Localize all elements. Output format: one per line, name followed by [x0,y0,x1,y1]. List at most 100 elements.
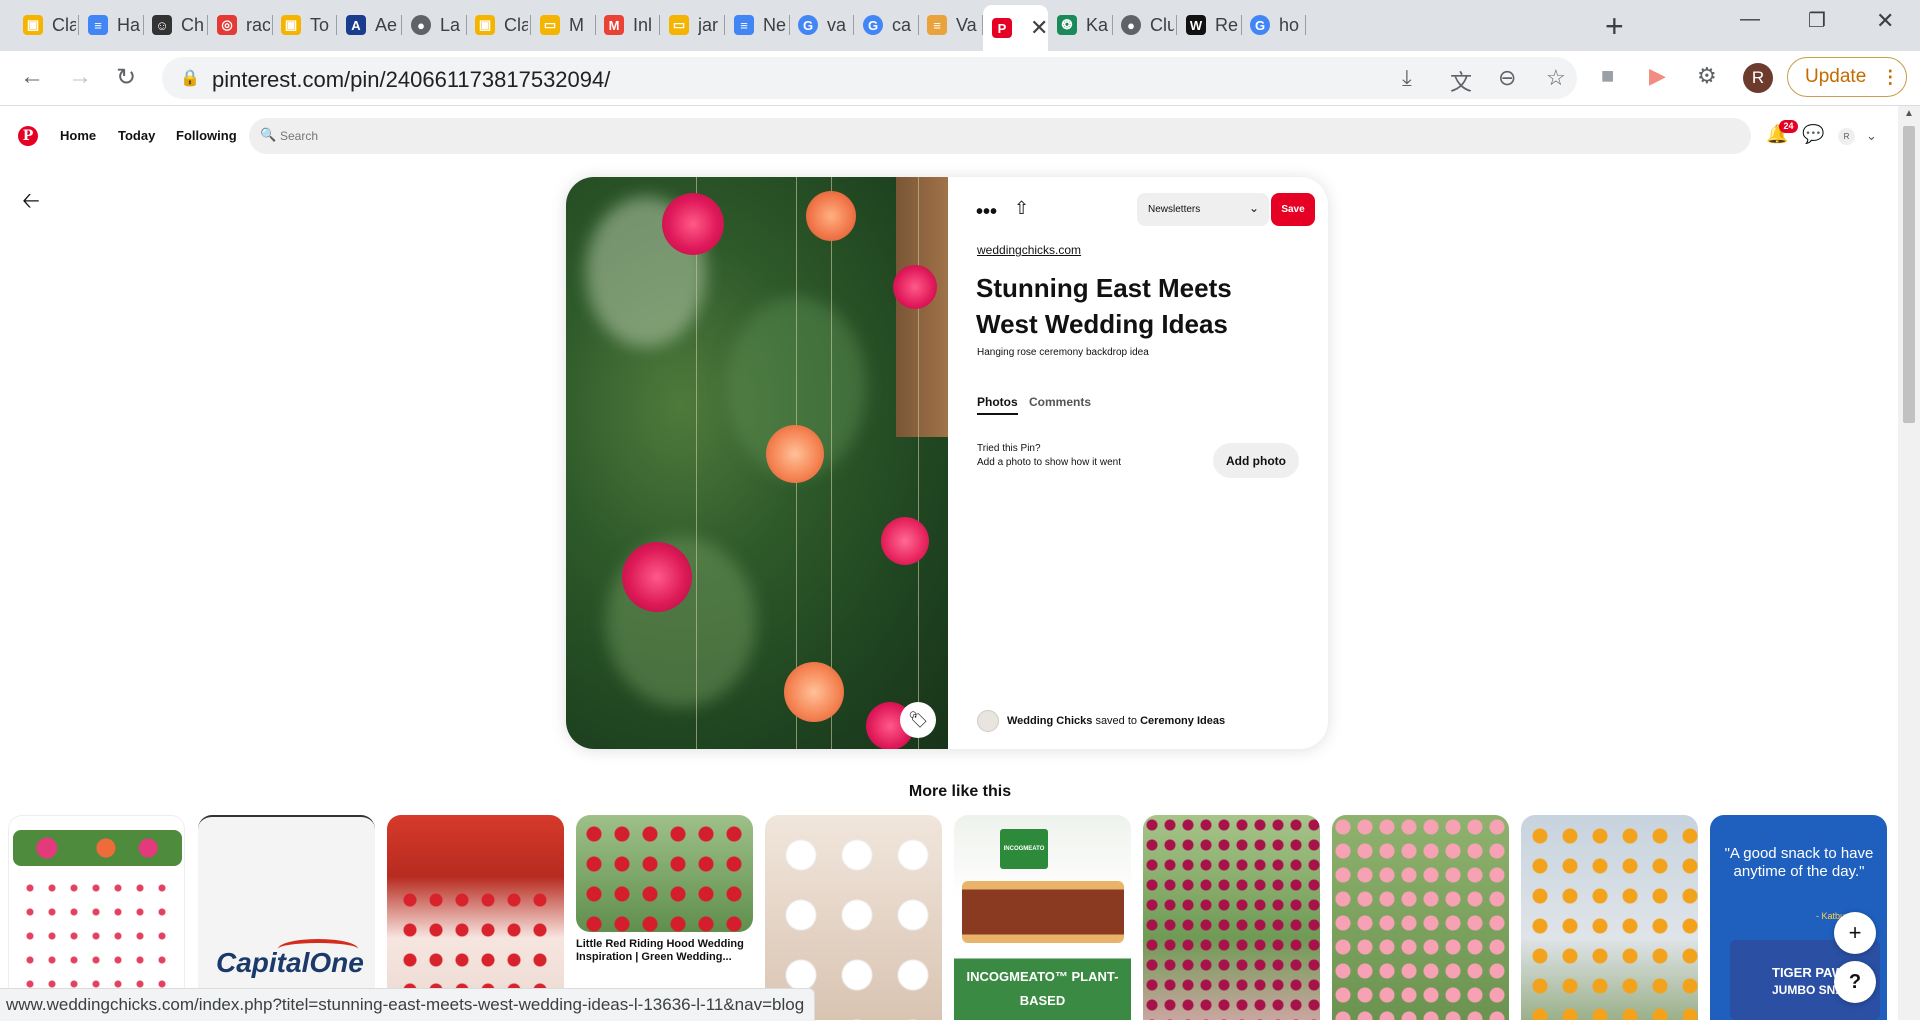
back-arrow-icon[interactable]: 🡠 [22,184,40,222]
address-bar[interactable]: 🔒 pinterest.com/pin/240661173817532094/ … [162,57,1577,99]
browser-tab[interactable]: ≡ Ha [79,7,144,43]
browser-tab[interactable]: ▣ Cla [466,7,531,43]
extension-b-icon[interactable]: ▶ [1649,63,1666,89]
tag-icon[interactable]: 🏷 [900,702,936,738]
tab-title: Ae [375,14,398,35]
minimize-icon[interactable]: — [1740,8,1760,31]
chat-bubbles-icon: ❂ [1057,15,1077,35]
help-button[interactable]: ? [1834,961,1876,1003]
scroll-up-icon[interactable]: ▲ [1904,108,1914,119]
browser-tab[interactable]: Gca [854,7,919,43]
rose-decoration [766,425,824,483]
back-icon[interactable]: ← [20,63,44,91]
search-placeholder: Search [280,129,319,143]
browser-tab[interactable]: ☺ Ch [143,7,208,43]
browser-tab[interactable]: ≡ Va [918,7,983,43]
related-pin-ad[interactable]: INCOGMEATO INCOGMEATO™ PLANT-BASED [954,815,1131,1020]
browser-tab[interactable]: W Re [1177,7,1242,43]
browser-tab-strip: ▣ Cla ≡ Ha ☺ Ch ◎ rac ▣ To A Ae ● La ▣ Cla ▭ M M Inl ▭ jar ≡ Ne… [0,0,1920,51]
tab-title: rac [246,14,270,35]
related-pin-thumbnail[interactable] [1143,815,1320,1020]
browser-tab[interactable]: ● La [402,7,467,43]
saver-name[interactable]: Wedding Chicks [1007,715,1092,727]
related-pin-thumbnail[interactable] [1521,815,1698,1020]
chevron-down-icon: ⌄ [1248,201,1259,215]
zoom-out-icon[interactable]: ⊖ [1498,65,1516,91]
browser-tab[interactable]: ● Clu [1112,7,1177,43]
tab-photos[interactable]: Photos [977,395,1018,415]
url-text[interactable]: pinterest.com/pin/240661173817532094/ [212,67,610,93]
pinterest-icon: P [992,18,1012,38]
tab-comments[interactable]: Comments [1029,395,1091,409]
more-like-this-heading: More like this [908,783,1012,800]
browser-tab[interactable]: Gho [1241,7,1306,43]
google-docs-icon: ≡ [734,15,754,35]
add-photo-button[interactable]: Add photo [1213,443,1299,478]
more-options-icon[interactable]: ••• [976,201,997,224]
add-pin-button[interactable]: + [1834,912,1876,954]
lock-icon: 🔒 [180,70,200,87]
nav-following[interactable]: Following [176,128,237,143]
hanging-flowers [576,815,753,932]
nav-today[interactable]: Today [118,128,155,143]
board-name-link[interactable]: Ceremony Ideas [1140,715,1225,727]
scrollbar-thumb[interactable] [1903,126,1915,423]
browser-tab[interactable]: ❂ Ka [1048,7,1113,43]
saved-by-line: Wedding Chicks saved to Ceremony Ideas [1007,715,1225,727]
browser-tab[interactable]: ▭ M [531,7,596,43]
google-classroom-icon: ▣ [475,15,495,35]
pinterest-logo-icon[interactable]: P [18,126,38,146]
garland-strand [696,177,697,749]
google-classroom-icon: ▣ [23,15,43,35]
pin-title: Stunning East Meets West Wedding Ideas [976,273,1232,339]
tab-title: Ch [181,14,205,35]
saved-to-text: saved to [1095,715,1138,727]
page-scrollbar[interactable]: ▲ [1898,106,1920,1020]
browser-tab[interactable]: ▣ To [272,7,337,43]
saver-avatar[interactable] [977,710,999,732]
browser-tab[interactable]: ≡ Ne [725,7,790,43]
new-tab-button[interactable]: + [1605,8,1624,45]
related-pin-thumbnail[interactable] [576,815,753,932]
ad-logo-swoosh [278,939,358,959]
update-button[interactable]: Update ⋮ [1787,57,1907,97]
nav-home[interactable]: Home [60,128,96,143]
reload-icon[interactable]: ↻ [116,63,136,92]
hanging-marigolds [1521,815,1698,1020]
user-avatar[interactable]: R [1838,128,1855,145]
sandwich-image [962,881,1124,943]
source-link[interactable]: weddingchicks.com [977,243,1081,257]
forward-icon[interactable]: → [68,63,92,91]
tab-active[interactable]: P ✕ [983,5,1048,51]
close-tab-icon[interactable]: ✕ [1030,15,1048,41]
browser-tab[interactable]: ▣ Cla [14,7,79,43]
tab-title: Ne [763,14,787,35]
browser-tab[interactable]: Gva [789,7,854,43]
extensions-puzzle-icon[interactable]: ⚙ [1697,63,1717,89]
menu-dots-icon: ⋮ [1881,66,1900,87]
browser-tab[interactable]: ◎ rac [208,7,273,43]
pin-image[interactable]: 🏷 [566,177,948,749]
chevron-down-icon[interactable]: ⌄ [1866,128,1877,144]
related-pin-thumbnail[interactable] [1332,815,1509,1020]
rose-decoration [622,542,692,612]
browser-tab[interactable]: ▭ jar [660,7,725,43]
search-input[interactable]: 🔍 Search [249,118,1751,154]
extension-a-icon[interactable]: ■ [1601,63,1614,89]
board-select-dropdown[interactable]: Newsletters ⌄ [1137,193,1269,226]
profile-avatar[interactable]: R [1743,63,1773,93]
messages-icon[interactable]: 💬 [1802,124,1824,145]
rose-decoration [893,265,937,309]
tab-title: M [569,14,584,35]
close-window-icon[interactable]: ✕ [1876,8,1894,34]
browser-tab[interactable]: A Ae [337,7,402,43]
tab-title: ho [1279,14,1300,35]
save-button[interactable]: Save [1271,193,1315,226]
bookmark-star-icon[interactable]: ☆ [1546,65,1566,91]
share-icon[interactable]: ⇧ [1014,198,1029,219]
browser-tab[interactable]: M Inl [595,7,660,43]
translate-icon[interactable]: 文 [1450,65,1472,97]
restore-icon[interactable]: ❐ [1808,8,1826,33]
install-icon[interactable]: ⤓ [1402,65,1412,91]
related-pin-caption[interactable]: Little Red Riding Hood Wedding Inspirati… [576,938,753,964]
